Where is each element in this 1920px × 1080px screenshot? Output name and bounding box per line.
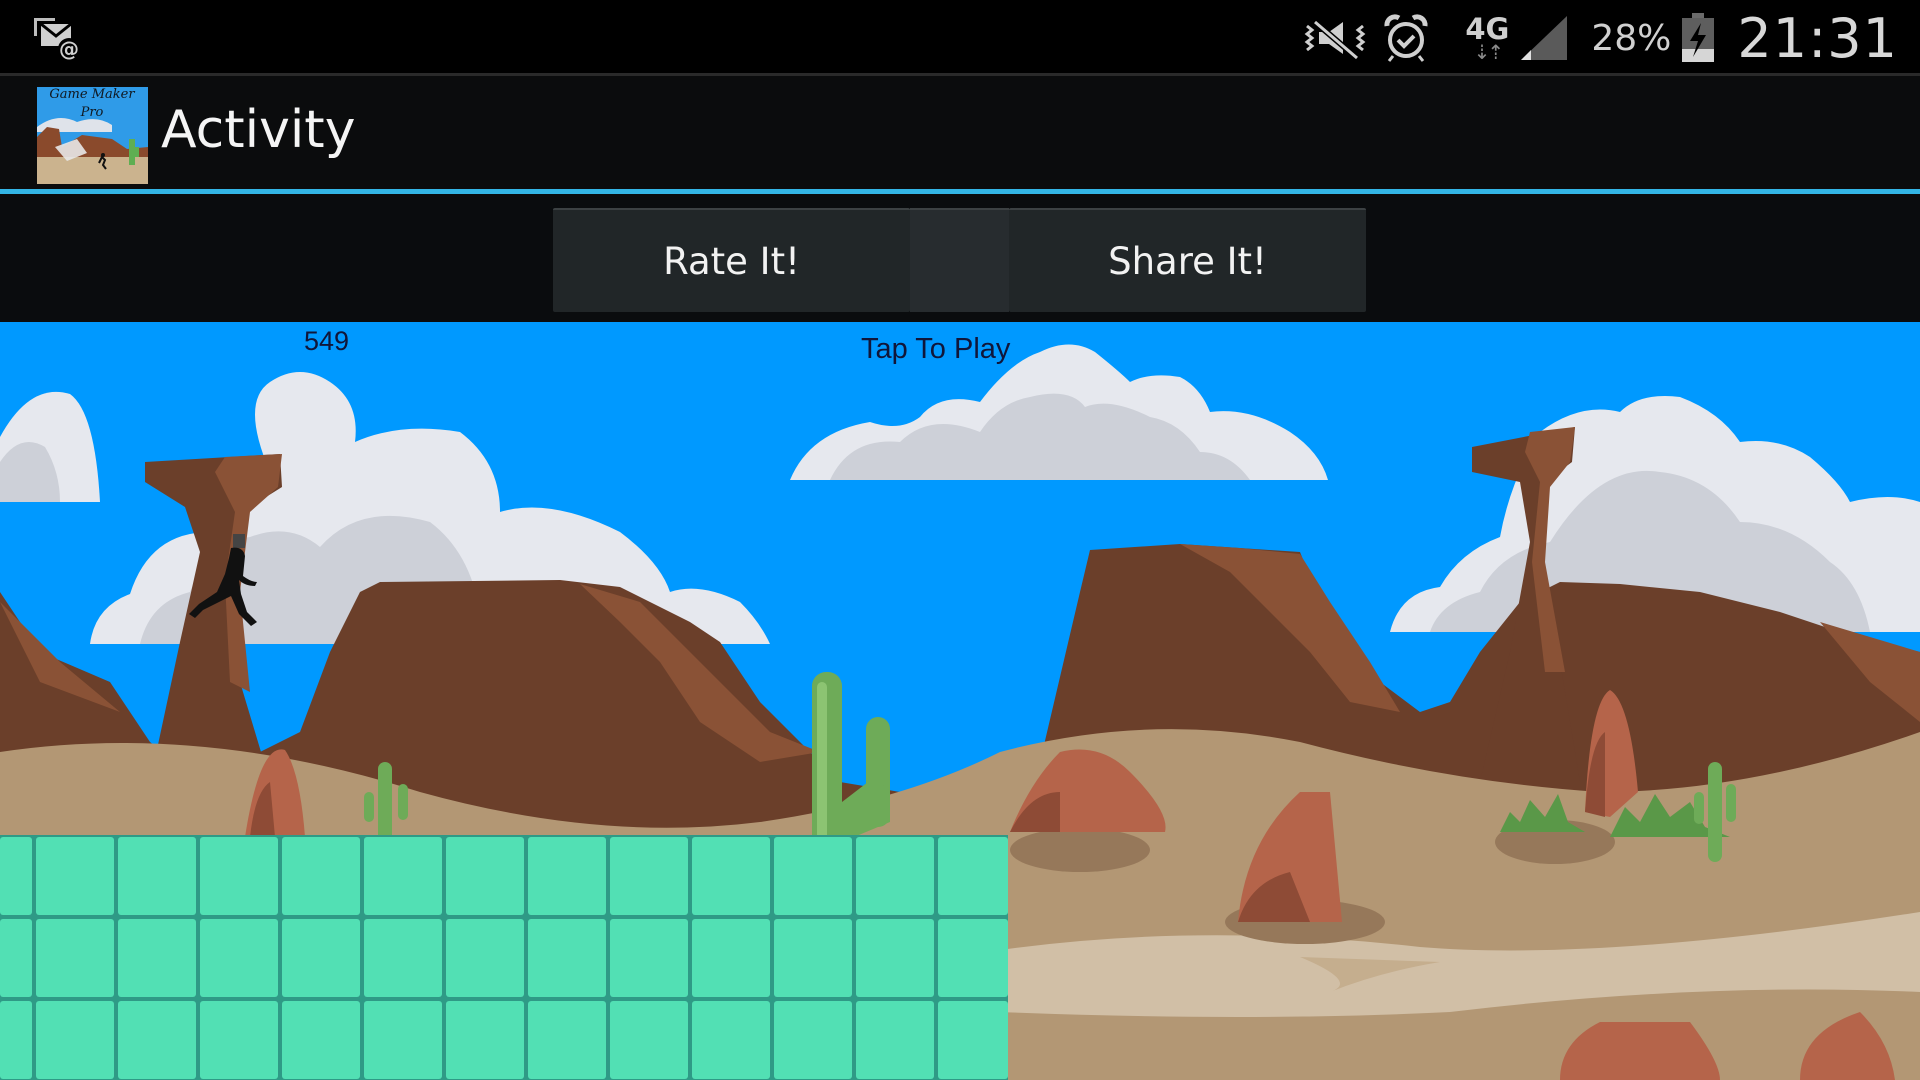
platform-tile	[0, 1001, 32, 1079]
platform-tile	[0, 837, 32, 915]
platform-tile	[774, 837, 852, 915]
platform-tile	[200, 919, 278, 997]
game-canvas[interactable]: 549 Tap To Play	[0, 322, 1920, 1080]
platform-tile	[446, 919, 524, 997]
platform-tile	[446, 837, 524, 915]
platform-tile	[282, 1001, 360, 1079]
tile-platform	[0, 835, 1008, 1080]
platform-tile	[692, 919, 770, 997]
platform-tile	[0, 919, 32, 997]
platform-tile	[692, 1001, 770, 1079]
button-bar: Rate It! Share It!	[0, 194, 1920, 322]
platform-tile	[610, 837, 688, 915]
platform-tile	[528, 837, 606, 915]
score-counter: 549	[304, 326, 350, 356]
network-4g-icon: 4G ⇣⇡	[1465, 14, 1509, 64]
app-icon-title: Game Maker	[49, 87, 135, 102]
platform-tile	[282, 919, 360, 997]
app-icon[interactable]: Game Maker Pro	[37, 87, 148, 184]
svg-text:@: @	[59, 37, 79, 60]
cloud-left	[0, 391, 100, 502]
rate-it-button[interactable]: Rate It!	[553, 208, 910, 312]
platform-tile	[692, 837, 770, 915]
platform-tile	[938, 837, 1008, 915]
clock: 21:31	[1737, 6, 1898, 70]
platform-tile	[610, 919, 688, 997]
platform-tile	[364, 837, 442, 915]
tap-to-play-prompt[interactable]: Tap To Play	[861, 333, 1010, 366]
platform-tile	[774, 1001, 852, 1079]
platform-tile	[856, 837, 934, 915]
share-it-button[interactable]: Share It!	[1009, 208, 1366, 312]
signal-strength-icon	[1519, 14, 1569, 62]
button-separator	[910, 208, 1009, 312]
battery-charging-icon	[1681, 13, 1715, 63]
game-scene	[0, 344, 1920, 1080]
status-icons: 4G ⇣⇡ 28% 21:31	[1301, 0, 1898, 76]
platform-tile	[200, 1001, 278, 1079]
vibrate-mute-icon	[1301, 14, 1373, 62]
platform-tile	[446, 1001, 524, 1079]
platform-tile	[856, 1001, 934, 1079]
button-panel: Rate It! Share It!	[553, 208, 1366, 312]
action-bar: Game Maker Pro Activity	[0, 76, 1920, 194]
platform-tile	[774, 919, 852, 997]
platform-tile	[118, 1001, 196, 1079]
platform-tile	[118, 837, 196, 915]
platform-tile	[282, 837, 360, 915]
page-title: Activity	[161, 100, 356, 160]
platform-tile	[610, 1001, 688, 1079]
platform-tile	[200, 837, 278, 915]
platform-tile	[36, 1001, 114, 1079]
platform-tile	[528, 1001, 606, 1079]
platform-tile	[938, 1001, 1008, 1079]
platform-tile	[364, 1001, 442, 1079]
platform-tile	[938, 919, 1008, 997]
email-at-icon: @	[33, 16, 83, 61]
platform-tile	[36, 837, 114, 915]
platform-tile	[856, 919, 934, 997]
alarm-icon	[1383, 14, 1429, 62]
platform-tile	[364, 919, 442, 997]
platform-tile	[118, 919, 196, 997]
battery-percent: 28%	[1591, 17, 1672, 59]
status-bar: @ 4G ⇣⇡ 28% 21:31	[0, 0, 1920, 76]
platform-tile	[36, 919, 114, 997]
network-activity-arrows: ⇣⇡	[1473, 39, 1504, 64]
app-icon-subtitle: Pro	[80, 105, 104, 120]
platform-tile	[528, 919, 606, 997]
